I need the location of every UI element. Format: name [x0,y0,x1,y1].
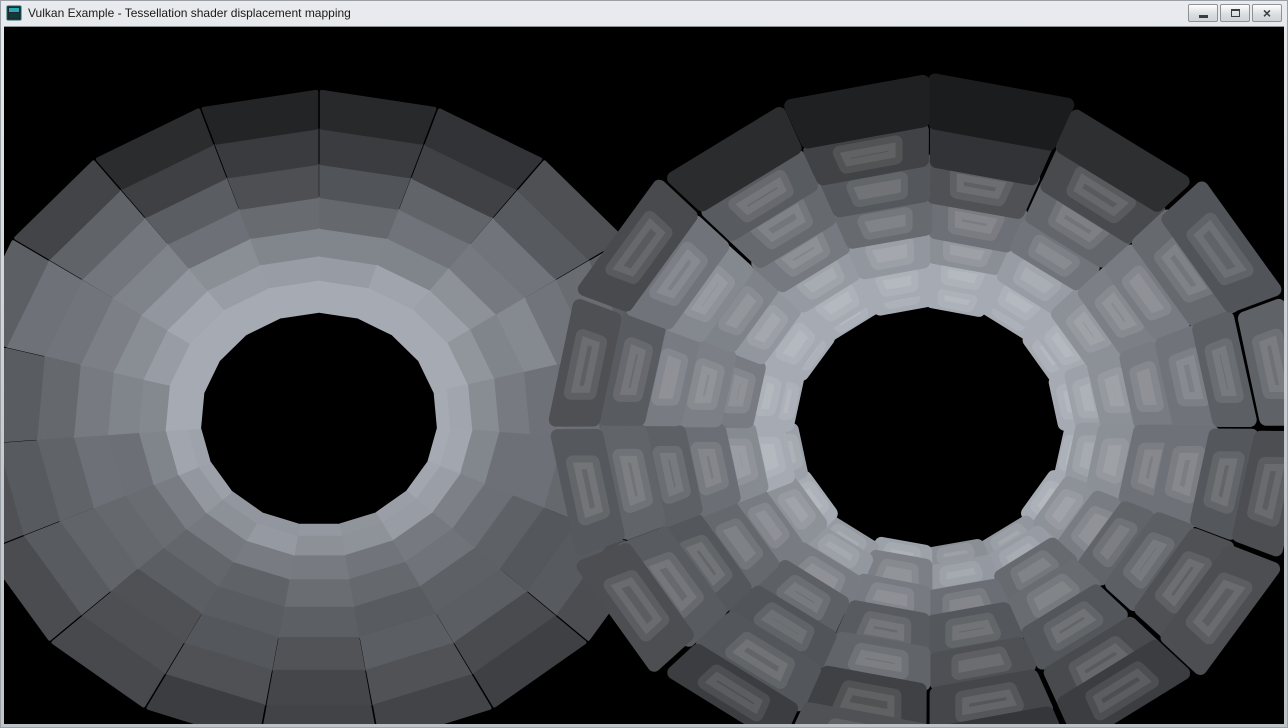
app-window: Vulkan Example - Tessellation shader dis… [0,0,1288,728]
titlebar[interactable]: Vulkan Example - Tessellation shader dis… [4,0,1284,26]
close-button[interactable]: × [1252,4,1282,22]
window-title: Vulkan Example - Tessellation shader dis… [28,6,1182,20]
close-icon: × [1263,6,1271,20]
maximize-icon [1231,9,1240,17]
torus-render-svg [4,27,1284,724]
minimize-icon [1199,15,1208,18]
app-icon[interactable] [6,5,22,21]
minimize-button[interactable] [1188,4,1218,22]
maximize-button[interactable] [1220,4,1250,22]
window-controls: × [1188,4,1282,22]
render-viewport[interactable] [4,26,1284,724]
